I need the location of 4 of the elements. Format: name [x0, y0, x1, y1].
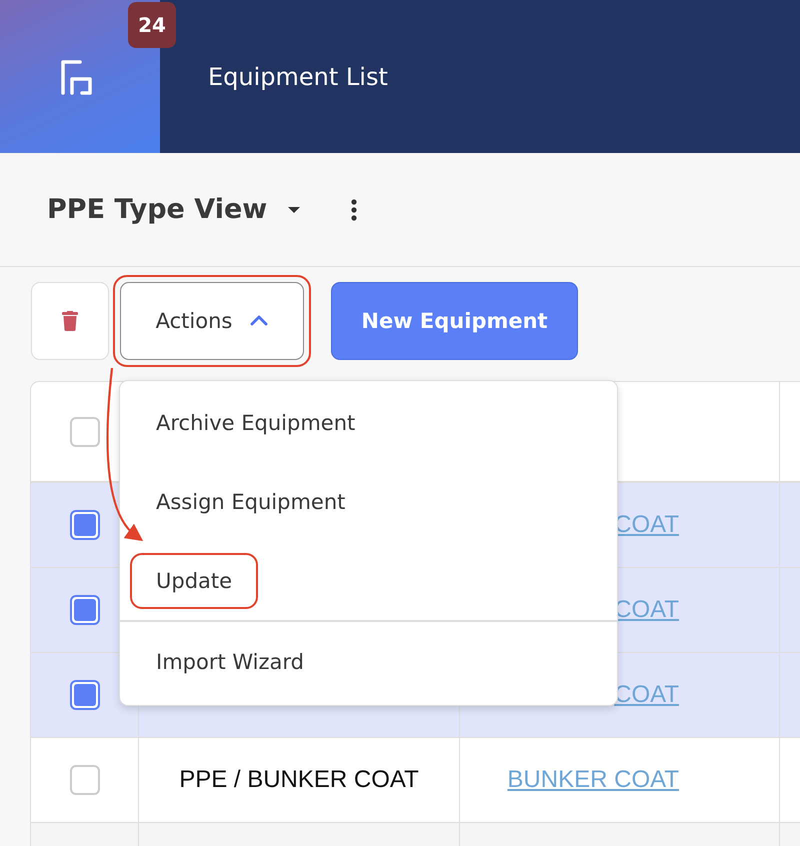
view-title: PPE Type View	[47, 194, 268, 225]
equipment-category: PPE / BUNKER COAT	[179, 766, 419, 794]
page-title: Equipment List	[208, 62, 388, 90]
notification-badge: 24	[128, 2, 176, 48]
